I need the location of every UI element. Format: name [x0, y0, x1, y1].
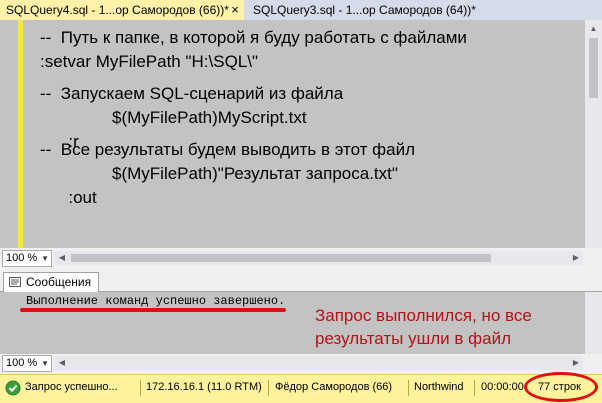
messages-vertical-scrollbar[interactable]	[585, 292, 602, 354]
editor-margin	[0, 20, 18, 248]
status-time: 00:00:00	[481, 381, 524, 393]
tab-scroll-button[interactable]	[594, 0, 602, 20]
messages-pane[interactable]: Выполнение команд успешно завершено. Зап…	[0, 292, 602, 354]
editor-vertical-scrollbar[interactable]: ▲	[585, 20, 602, 248]
tab-label: SQLQuery4.sql - 1...ор Самородов (66))*	[6, 3, 229, 17]
code-line: :out $(MyFilePath)"Результат запроса.txt…	[40, 162, 398, 207]
results-tab-strip: Сообщения	[0, 268, 602, 292]
sqlcmd-argument: $(MyFilePath)MyScript.txt	[112, 108, 307, 127]
chevron-down-icon: ▼	[41, 359, 49, 368]
editor-zoom-bar: 100 % ▼ ◀ ▶	[0, 248, 602, 268]
messages-horizontal-scrollbar[interactable]: ◀ ▶	[55, 356, 583, 370]
tab-messages-label: Сообщения	[26, 275, 92, 289]
result-message: Выполнение команд успешно завершено.	[26, 294, 286, 308]
highlight-underline	[20, 308, 286, 312]
messages-zoom-bar: 100 % ▼ ◀ ▶	[0, 354, 602, 372]
message-icon	[9, 277, 21, 287]
check-circle-icon	[5, 380, 21, 396]
scroll-left-icon[interactable]: ◀	[55, 251, 69, 265]
scroll-right-icon[interactable]: ▶	[569, 356, 583, 370]
editor-zoom-select[interactable]: 100 % ▼	[2, 250, 52, 267]
scrollbar-thumb[interactable]	[71, 254, 491, 262]
divider	[268, 380, 269, 396]
code-line: -- Запускаем SQL-сценарий из файла	[40, 84, 344, 103]
divider	[140, 380, 141, 396]
tab-sqlquery4[interactable]: SQLQuery4.sql - 1...ор Самородов (66))* …	[0, 0, 244, 20]
tab-label: SQLQuery3.sql - 1...ор Самородов (64))*	[253, 3, 476, 17]
status-state: Запрос успешно...	[25, 381, 118, 393]
zoom-value: 100 %	[6, 357, 38, 369]
status-server: 172.16.16.1 (11.0 RTM)	[146, 381, 262, 393]
highlight-circle	[524, 372, 598, 402]
code-line: -- Все результаты будем выводить в этот …	[40, 140, 416, 159]
status-database: Northwind	[414, 381, 464, 393]
scrollbar-thumb[interactable]	[589, 38, 598, 98]
chevron-down-icon: ▼	[41, 254, 49, 263]
editor-horizontal-scrollbar[interactable]: ◀ ▶	[55, 251, 583, 265]
sqlcmd-argument: $(MyFilePath)"Результат запроса.txt"	[112, 164, 398, 183]
status-user: Фёдор Самородов (66)	[275, 381, 393, 393]
scroll-left-icon[interactable]: ◀	[55, 356, 69, 370]
tab-messages[interactable]: Сообщения	[3, 272, 99, 292]
annotation-note: Запрос выполнился, но все результаты ушл…	[315, 306, 532, 348]
tab-sqlquery3[interactable]: SQLQuery3.sql - 1...ор Самородов (64))*	[247, 0, 487, 20]
zoom-value: 100 %	[6, 252, 38, 264]
scroll-right-icon[interactable]: ▶	[569, 251, 583, 265]
divider	[474, 380, 475, 396]
code-line: :r $(MyFilePath)MyScript.txt	[40, 106, 306, 151]
code-line: :setvar MyFilePath "H:\SQL\"	[40, 52, 259, 71]
messages-zoom-select[interactable]: 100 % ▼	[2, 355, 52, 372]
scroll-up-icon[interactable]: ▲	[585, 22, 602, 36]
query-editor[interactable]: -- Путь к папке, в которой я буду работа…	[0, 20, 602, 248]
sqlcmd-command: :out	[68, 188, 97, 207]
document-tab-bar: SQLQuery4.sql - 1...ор Самородов (66))* …	[0, 0, 602, 20]
divider	[408, 380, 409, 396]
close-tab-icon[interactable]: ×	[228, 0, 242, 20]
change-tracking-bar	[18, 20, 23, 248]
code-line: -- Путь к папке, в которой я буду работа…	[40, 28, 467, 47]
status-bar: Запрос успешно... 172.16.16.1 (11.0 RTM)…	[0, 372, 602, 403]
